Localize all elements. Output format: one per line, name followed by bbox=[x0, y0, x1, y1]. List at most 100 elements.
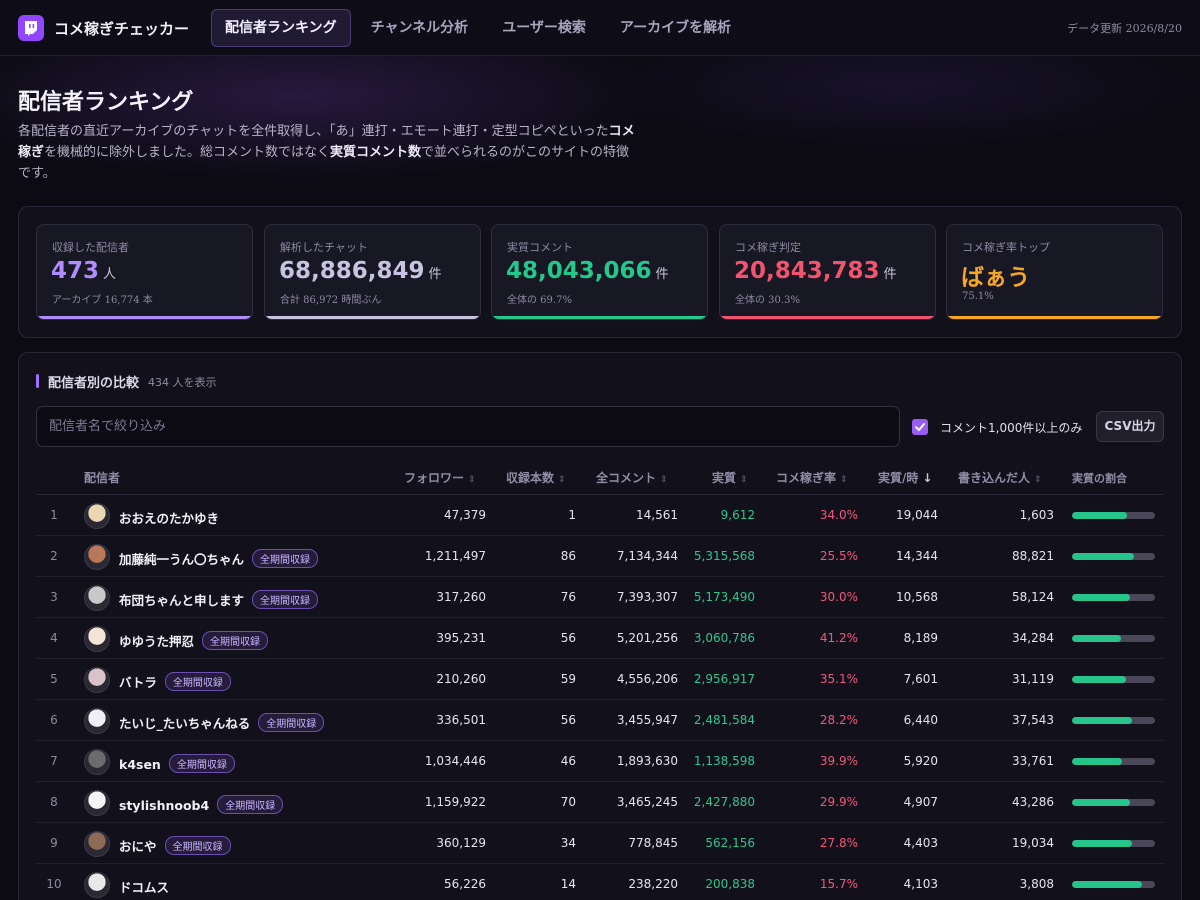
followers-value: 47,379 bbox=[444, 508, 486, 522]
avatar[interactable] bbox=[84, 544, 110, 570]
farming-rate-value: 30.0% bbox=[819, 590, 858, 604]
avatar[interactable] bbox=[84, 667, 110, 693]
people-value: 34,284 bbox=[1012, 631, 1054, 645]
streamer-name-text: 布団ちゃんと申します bbox=[119, 593, 245, 608]
streamer-name[interactable]: 布団ちゃんと申します 全期間収録 bbox=[119, 590, 319, 609]
farming-rate-value: 35.1% bbox=[819, 672, 858, 686]
real-comments-value: 5,173,490 bbox=[693, 590, 755, 604]
col-real[interactable]: 実質 ⇕ bbox=[712, 469, 748, 486]
farming-rate-value: 27.8% bbox=[819, 836, 858, 850]
table-header: 配信者 フォロワー ⇕ 収録本数 ⇕ 全コメント ⇕ 実質 ⇕ コメ稼ぎ率 ⇕ 実質/時 ↓… bbox=[36, 461, 1164, 495]
avatar[interactable] bbox=[84, 503, 110, 529]
table-row[interactable]: 9 おにや 全期間収録 360,129 34 778,845 562,156 27.8% 4,4… bbox=[36, 823, 1164, 864]
real-comments-value: 1,138,598 bbox=[693, 754, 755, 768]
real-comments-value: 2,427,880 bbox=[693, 795, 755, 809]
streamer-name-text: たいじ_たいちゃんねる bbox=[119, 716, 251, 731]
avatar[interactable] bbox=[84, 585, 110, 611]
col-real-label: 実質 bbox=[712, 471, 737, 485]
table-row[interactable]: 4 ゆゆうた押忍 全期間収録 395,231 56 5,201,256 3,060,786 4… bbox=[36, 618, 1164, 659]
avatar[interactable] bbox=[84, 626, 110, 652]
avatar[interactable] bbox=[84, 872, 110, 898]
real-ratio-bar bbox=[1072, 635, 1155, 642]
real-comments-value: 562,156 bbox=[705, 836, 755, 850]
csv-export-button[interactable]: CSV出力 bbox=[1096, 411, 1164, 442]
col-real-per-hour[interactable]: 実質/時 ↓ bbox=[878, 469, 932, 486]
col-farming-rate[interactable]: コメ稼ぎ率 ⇕ bbox=[776, 469, 848, 486]
table-row[interactable]: 6 たいじ_たいちゃんねる 全期間収録 336,501 56 3,455,947 2,481… bbox=[36, 700, 1164, 741]
tab-analyze-archive[interactable]: アーカイブを解析 bbox=[606, 9, 745, 47]
real-ratio-bar bbox=[1072, 553, 1155, 560]
sort-icon: ⇕ bbox=[740, 475, 748, 485]
stat-sub: 75.1% bbox=[962, 291, 994, 302]
desc-bold-2: 実質コメント数 bbox=[330, 145, 422, 160]
avatar[interactable] bbox=[84, 831, 110, 857]
col-all-comments[interactable]: 全コメント ⇕ bbox=[596, 469, 668, 486]
real-comments-value: 9,612 bbox=[720, 508, 755, 522]
full-period-badge: 全期間収録 bbox=[252, 590, 319, 609]
min-comments-label[interactable]: コメント1,000件以上のみ bbox=[940, 419, 1090, 436]
rank-number: 8 bbox=[50, 795, 58, 809]
followers-value: 1,034,446 bbox=[424, 754, 486, 768]
farming-rate-value: 34.0% bbox=[819, 508, 858, 522]
full-period-badge: 全期間収録 bbox=[168, 754, 235, 773]
table-row[interactable]: 3 布団ちゃんと申します 全期間収録 317,260 76 7,393,307 5,173,… bbox=[36, 577, 1164, 618]
min-comments-checkbox[interactable] bbox=[912, 419, 928, 435]
real-per-hour-value: 4,403 bbox=[903, 836, 938, 850]
streamer-name[interactable]: ドコムス bbox=[119, 877, 169, 896]
archives-value: 59 bbox=[560, 672, 576, 686]
page-title: 配信者ランキング bbox=[18, 90, 194, 115]
farming-rate-value: 41.2% bbox=[819, 631, 858, 645]
streamer-name[interactable]: おおえのたかゆき bbox=[119, 508, 219, 527]
streamer-name[interactable]: おにや 全期間収録 bbox=[119, 836, 231, 855]
streamer-name-text: ドコムス bbox=[119, 880, 170, 895]
table-row[interactable]: 2 加藤純一うん〇ちゃん 全期間収録 1,211,497 86 7,134,344 5,31… bbox=[36, 536, 1164, 577]
table-row[interactable]: 10 ドコムス 56,226 14 238,220 200,838 15.7% 4,103 3,… bbox=[36, 864, 1164, 900]
stat-sub: アーカイブ 16,774 本 bbox=[52, 295, 153, 306]
all-comments-value: 5,201,256 bbox=[616, 631, 678, 645]
sort-icon: ⇕ bbox=[840, 475, 848, 485]
brand-name[interactable]: コメ稼ぎチェッカー bbox=[54, 18, 189, 39]
real-comments-value: 2,956,917 bbox=[693, 672, 755, 686]
streamer-name[interactable]: 加藤純一うん〇ちゃん 全期間収録 bbox=[119, 549, 319, 568]
streamer-name[interactable]: ゆゆうた押忍 全期間収録 bbox=[119, 631, 269, 650]
section-marker bbox=[36, 374, 39, 388]
avatar[interactable] bbox=[84, 790, 110, 816]
stat-label: コメ稼ぎ率トップ bbox=[962, 241, 1050, 254]
stat-number: 48,043,066 bbox=[506, 258, 652, 284]
streamer-name[interactable]: stylishnoob4 全期間収録 bbox=[119, 795, 284, 814]
followers-value: 1,159,922 bbox=[424, 795, 486, 809]
real-ratio-bar bbox=[1072, 717, 1155, 724]
result-count: 434 人を表示 bbox=[148, 376, 217, 389]
section-title: 配信者別の比較 bbox=[48, 376, 140, 391]
table-row[interactable]: 1 おおえのたかゆき 47,379 1 14,561 9,612 34.0% 19,044 1,… bbox=[36, 495, 1164, 536]
streamer-name[interactable]: たいじ_たいちゃんねる 全期間収録 bbox=[119, 713, 325, 732]
check-icon bbox=[915, 423, 925, 431]
streamer-name-text: おおえのたかゆき bbox=[119, 511, 220, 526]
table-row[interactable]: 5 バトラ 全期間収録 210,260 59 4,556,206 2,956,917 35.1… bbox=[36, 659, 1164, 700]
followers-value: 360,129 bbox=[436, 836, 486, 850]
real-ratio-fill bbox=[1072, 512, 1127, 519]
col-followers[interactable]: フォロワー ⇕ bbox=[404, 469, 476, 486]
streamer-name[interactable]: k4sen 全期間収録 bbox=[119, 754, 235, 773]
tab-streamer-ranking[interactable]: 配信者ランキング bbox=[211, 9, 351, 47]
tab-user-search[interactable]: ユーザー検索 bbox=[488, 9, 600, 47]
archives-value: 56 bbox=[560, 713, 576, 727]
col-archives[interactable]: 収録本数 ⇕ bbox=[506, 469, 566, 486]
real-ratio-bar bbox=[1072, 758, 1155, 765]
filter-input[interactable] bbox=[36, 406, 900, 447]
streamer-name[interactable]: バトラ 全期間収録 bbox=[119, 672, 231, 691]
app-logo-icon[interactable] bbox=[18, 15, 44, 41]
real-ratio-bar bbox=[1072, 676, 1155, 683]
table-row[interactable]: 8 stylishnoob4 全期間収録 1,159,922 70 3,465,245 2,… bbox=[36, 782, 1164, 823]
table-row[interactable]: 7 k4sen 全期間収録 1,034,446 46 1,893,630 1,138,598… bbox=[36, 741, 1164, 782]
avatar[interactable] bbox=[84, 749, 110, 775]
real-per-hour-value: 7,601 bbox=[903, 672, 938, 686]
rank-number: 1 bbox=[50, 508, 58, 522]
avatar[interactable] bbox=[84, 708, 110, 734]
full-period-badge: 全期間収録 bbox=[258, 713, 325, 732]
col-people[interactable]: 書き込んだ人 ⇕ bbox=[958, 469, 1042, 486]
col-people-label: 書き込んだ人 bbox=[958, 471, 1031, 485]
tab-channel-analysis[interactable]: チャンネル分析 bbox=[357, 9, 483, 47]
real-per-hour-value: 19,044 bbox=[896, 508, 938, 522]
sort-icon: ⇕ bbox=[1034, 475, 1042, 485]
